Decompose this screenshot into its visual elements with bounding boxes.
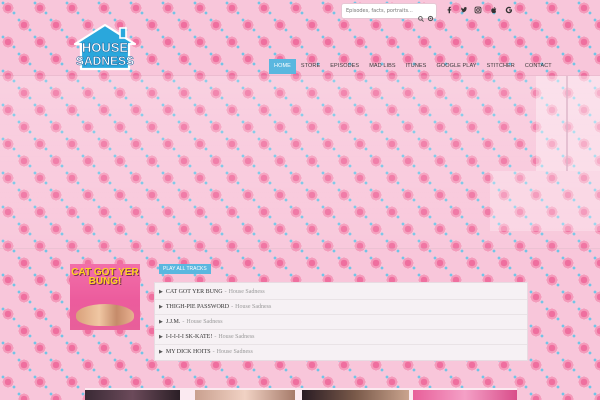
play-icon[interactable]: ▶	[159, 320, 163, 325]
logo-text-line2: SADNESS	[76, 54, 134, 68]
track-title: THIGH-PIE PASSWORD	[165, 304, 230, 310]
video-thumbnail[interactable]	[85, 390, 180, 400]
track-artist: House Sadness	[216, 349, 253, 355]
nav-stitcher[interactable]: STITCHER	[482, 59, 520, 74]
track-separator: -	[182, 319, 185, 325]
play-icon[interactable]: ▶	[159, 305, 163, 310]
track-item[interactable]: ▶ I-I-I-I-I SK-KATE! - House Sadness	[159, 330, 523, 344]
logo-text-line1: HOUSE	[82, 40, 129, 55]
track-item[interactable]: ▶ J.J.M. - House Sadness	[159, 315, 523, 329]
search-box	[342, 4, 436, 22]
hero-banner	[0, 75, 600, 249]
track-title: J.J.M.	[165, 319, 181, 325]
album-cover-cat-image	[76, 304, 134, 326]
track-separator: -	[231, 304, 234, 310]
nav-episodes[interactable]: EPISODES	[325, 59, 364, 74]
track-separator: -	[212, 349, 215, 355]
nav-store[interactable]: STORE	[296, 59, 325, 74]
play-icon[interactable]: ▶	[159, 350, 163, 355]
hero-window-image	[536, 76, 600, 171]
video-thumbnail[interactable]	[302, 390, 409, 400]
track-artist: House Sadness	[218, 334, 255, 340]
main-nav: HOME STORE EPISODES MAD LIBS ITUNES GOOG…	[269, 59, 557, 74]
track-title: CAT GOT YER BUNG	[165, 289, 223, 295]
nav-itunes[interactable]: ITUNES	[401, 59, 432, 74]
search-icon[interactable]	[418, 7, 424, 22]
track-item[interactable]: ▶ MY DICK HOITS - House Sadness	[159, 345, 523, 359]
nav-mad-libs[interactable]: MAD LIBS	[364, 59, 400, 74]
instagram-icon[interactable]	[473, 5, 483, 15]
twitter-icon[interactable]	[459, 5, 469, 15]
search-input[interactable]	[346, 8, 416, 14]
track-item[interactable]: ▶ CAT GOT YER BUNG - House Sadness	[159, 285, 523, 299]
nav-google-play[interactable]: GOOGLE PLAY	[431, 59, 481, 74]
gear-icon[interactable]	[427, 7, 434, 22]
play-all-tracks-button[interactable]: PLAY ALL TRACKS	[159, 264, 211, 274]
track-title: I-I-I-I-I SK-KATE!	[165, 334, 213, 340]
track-separator: -	[214, 334, 217, 340]
facebook-icon[interactable]	[445, 5, 455, 15]
play-icon[interactable]: ▶	[159, 335, 163, 340]
track-separator: -	[224, 289, 227, 295]
video-thumbnail[interactable]	[413, 390, 517, 400]
track-artist: House Sadness	[235, 304, 272, 310]
apple-icon[interactable]	[489, 5, 499, 15]
video-thumbnail-strip	[85, 388, 517, 400]
nav-contact[interactable]: CONTACT	[520, 59, 557, 74]
house-sadness-logo[interactable]: HOUSE SADNESS	[70, 22, 140, 72]
track-artist: House Sadness	[186, 319, 223, 325]
hero-floor-image	[490, 171, 600, 231]
album-cover: CAT GOT YER BUNG!	[70, 264, 140, 330]
tracklist: ▶ CAT GOT YER BUNG - House Sadness ▶ THIGH-P…	[155, 283, 527, 360]
track-item[interactable]: ▶ THIGH-PIE PASSWORD - House Sadness	[159, 300, 523, 314]
album-cover-title: CAT GOT YER BUNG!	[71, 267, 139, 287]
nav-home[interactable]: HOME	[269, 59, 296, 74]
track-title: MY DICK HOITS	[165, 349, 211, 355]
track-artist: House Sadness	[228, 289, 265, 295]
play-icon[interactable]: ▶	[159, 290, 163, 295]
google-icon[interactable]	[504, 5, 514, 15]
video-thumbnail[interactable]	[195, 390, 295, 400]
